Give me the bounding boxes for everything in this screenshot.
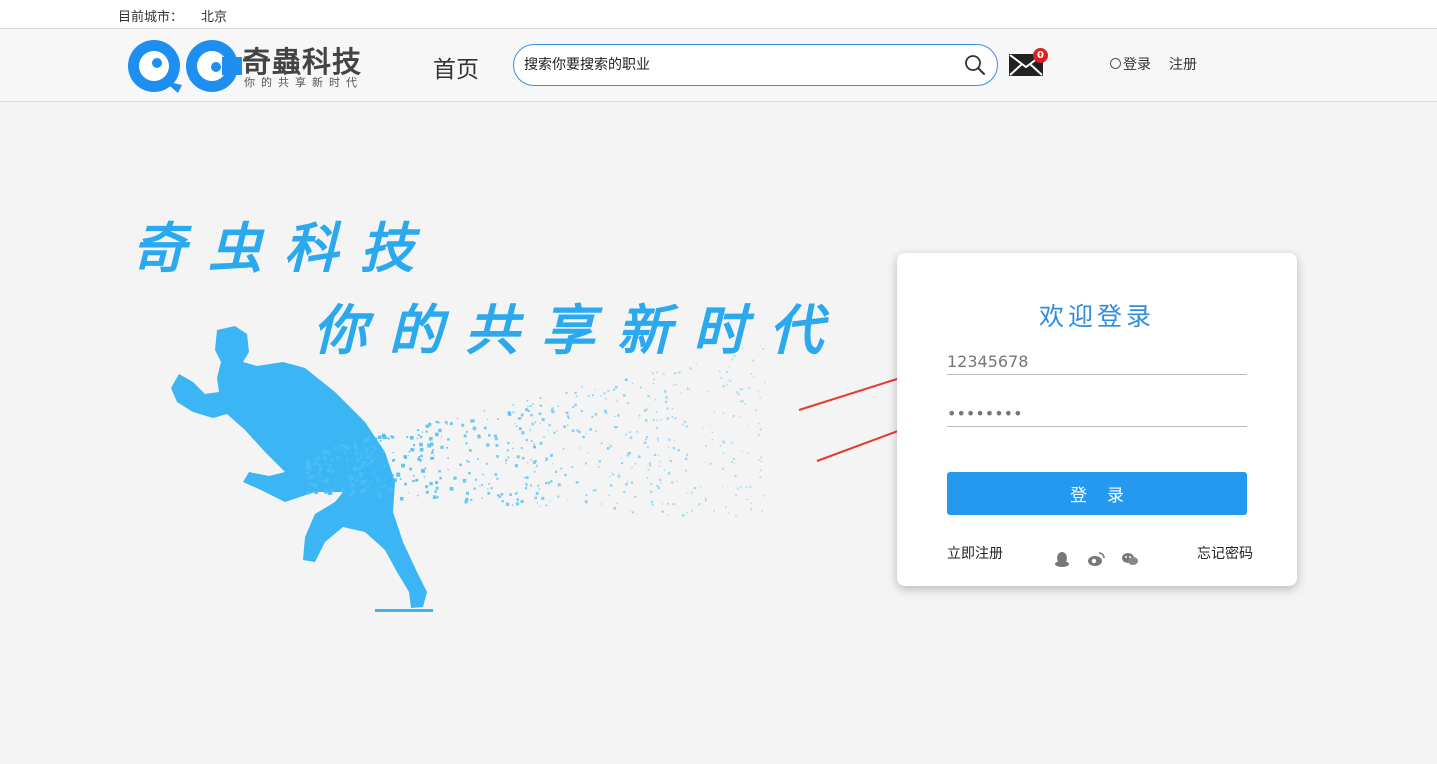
header-register-link[interactable]: 注册 xyxy=(1169,54,1197,74)
user-icon xyxy=(1110,58,1121,69)
qc-logo-icon xyxy=(128,40,242,93)
qq-icon[interactable] xyxy=(1053,551,1071,567)
login-card: 欢迎登录 登录 立即注册 忘记密码 xyxy=(897,253,1297,586)
password-field[interactable] xyxy=(947,401,1247,427)
city-selector[interactable]: 北京 xyxy=(201,6,227,25)
header-login-label: 登录 xyxy=(1123,57,1151,73)
username-field[interactable] xyxy=(947,349,1247,375)
city-label: 目前城市： xyxy=(118,10,184,25)
hero-slogan-line1: 奇虫科技 xyxy=(132,216,436,280)
header-login-link[interactable]: 登录 xyxy=(1110,54,1151,74)
logo-tagline: 你的共享新时代 xyxy=(244,76,363,89)
runner-illustration xyxy=(171,326,766,612)
city-bar: 目前城市： 北京 xyxy=(0,0,1437,29)
nav-home-link[interactable]: 首页 xyxy=(433,50,479,84)
mail-count-badge: 0 xyxy=(1033,48,1048,63)
weibo-icon[interactable] xyxy=(1087,551,1105,567)
search-input[interactable] xyxy=(524,53,944,77)
register-now-link[interactable]: 立即注册 xyxy=(947,543,1003,563)
site-logo[interactable]: 奇蟲科技 你的共享新时代 xyxy=(126,37,386,95)
header: 奇蟲科技 你的共享新时代 首页 0 登录 注册 xyxy=(0,29,1437,102)
search-box xyxy=(513,44,998,86)
search-icon[interactable] xyxy=(963,53,987,77)
wechat-icon[interactable] xyxy=(1121,551,1139,567)
forgot-password-link[interactable]: 忘记密码 xyxy=(1197,543,1253,563)
login-submit-button[interactable]: 登录 xyxy=(947,472,1247,515)
login-title: 欢迎登录 xyxy=(1038,302,1155,331)
